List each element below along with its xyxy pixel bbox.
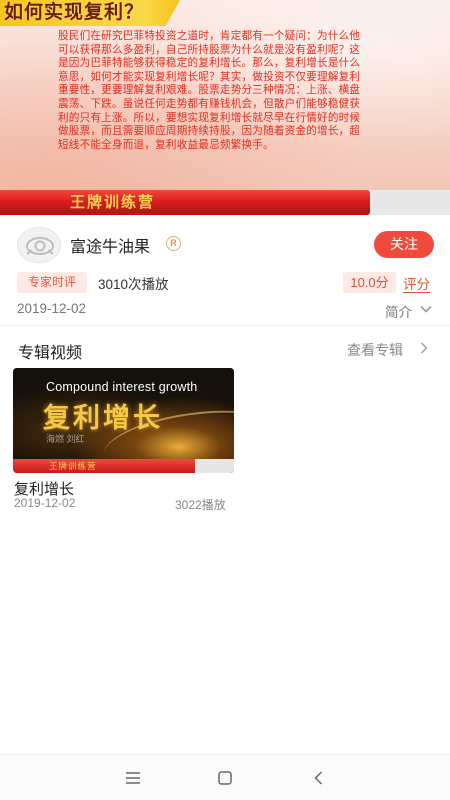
chevron-right-icon[interactable] (418, 341, 430, 355)
view-album-link[interactable]: 查看专辑 (347, 340, 403, 360)
video-thumbnail[interactable]: Compound interest growth 复利增长 海燃 刘红 王牌训练… (13, 368, 234, 473)
thumbnail-subtitle: 海燃 刘红 (46, 434, 85, 444)
system-nav-bar (0, 754, 450, 800)
menu-icon[interactable] (124, 769, 142, 787)
score-badge: 10.0分 (343, 272, 396, 293)
thumbnail-chinese-title: 复利增长 (43, 403, 163, 434)
thumbnail-ribbon-label: 王牌训练营 (49, 462, 97, 472)
play-count: 3010次播放 (98, 277, 169, 292)
thumbnail-ribbon: 王牌训练营 (13, 459, 234, 473)
divider (0, 325, 450, 326)
avatar[interactable] (17, 227, 61, 263)
thumbnail-ribbon-red (13, 459, 195, 473)
back-icon[interactable] (310, 769, 328, 787)
hero-title: 如何实现复利？ (0, 0, 180, 26)
author-row: 富途牛油果 R 关注 (17, 227, 437, 263)
eye-logo-icon (26, 237, 54, 255)
rank-badge: R (166, 236, 181, 251)
publish-date: 2019-12-02 (17, 301, 87, 316)
hero-ribbon-label: 王牌训练营 (70, 193, 156, 211)
hero-ribbon-red (0, 190, 370, 215)
follow-button[interactable]: 关注 (374, 231, 434, 258)
author-name[interactable]: 富途牛油果 (70, 233, 150, 257)
thumbnail-english-title: Compound interest growth (46, 380, 198, 394)
hero-ribbon: 王牌训练营 (0, 190, 450, 215)
album-section-title: 专辑视频 (18, 345, 83, 362)
chevron-down-icon[interactable] (419, 302, 433, 316)
home-square-icon[interactable] (216, 769, 234, 787)
rate-link[interactable]: 评分 (403, 273, 430, 293)
video-play-count: 3022播放 (175, 498, 226, 512)
video-date: 2019-12-02 (14, 496, 76, 510)
hero-body-text: 股民们在研究巴菲特投资之道时，肯定都有一个疑问：为什么他可以获得那么多盈利，自己… (58, 30, 361, 151)
category-tag: 专家时评 (17, 272, 87, 293)
hero-banner[interactable]: 如何实现复利？ 股民们在研究巴菲特投资之道时，肯定都有一个疑问：为什么他可以获得… (0, 0, 450, 215)
intro-toggle[interactable]: 简介 (385, 301, 412, 321)
